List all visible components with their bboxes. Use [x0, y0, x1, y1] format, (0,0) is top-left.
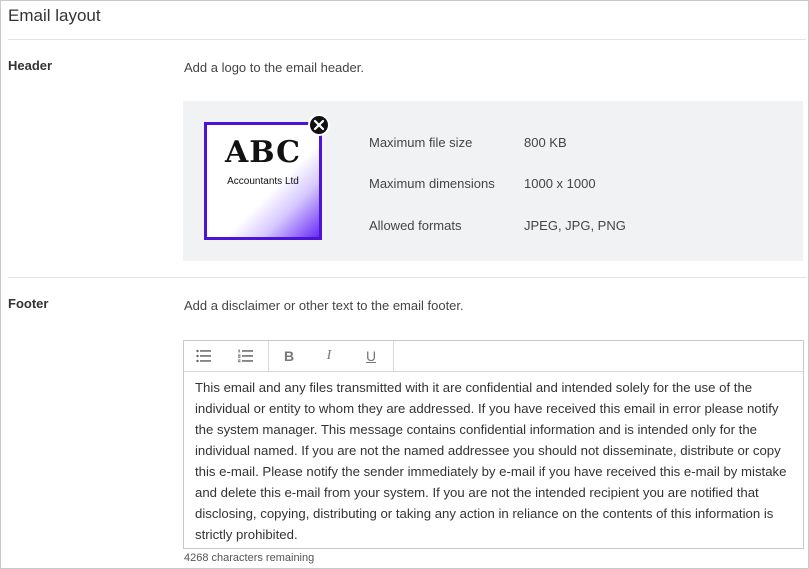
- logo-text-main: ABC: [224, 135, 302, 170]
- footer-text-area[interactable]: This email and any files transmitted wit…: [195, 377, 795, 545]
- list-tool-group: [184, 341, 269, 371]
- divider: [8, 39, 806, 40]
- max-file-size-value: 800 KB: [524, 135, 567, 150]
- logo-image[interactable]: ABC Accountants Ltd: [204, 122, 322, 240]
- bold-button[interactable]: B: [277, 346, 301, 366]
- footer-section-label: Footer: [8, 296, 49, 311]
- footer-help-text: Add a disclaimer or other text to the em…: [184, 298, 464, 313]
- page-title: Email layout: [8, 6, 101, 25]
- logo-text-sub: Accountants Ltd: [227, 176, 299, 187]
- max-file-size-label: Maximum file size: [369, 135, 473, 150]
- footer-editor: B I U This email and any files transmitt…: [183, 340, 804, 549]
- logo-upload-panel: ABC Accountants Ltd Maximum file size 80…: [183, 101, 803, 261]
- format-tool-group: B I U: [268, 341, 394, 371]
- max-dimensions-label: Maximum dimensions: [369, 176, 495, 191]
- underline-button[interactable]: U: [359, 346, 383, 366]
- numbered-list-icon: [238, 349, 253, 363]
- bullet-list-button[interactable]: [192, 346, 216, 366]
- email-layout-panel: Email layout Header Add a logo to the em…: [0, 0, 809, 569]
- bullet-list-icon: [196, 349, 211, 363]
- editor-toolbar: B I U: [184, 341, 803, 372]
- italic-button[interactable]: I: [317, 346, 341, 366]
- header-section-label: Header: [8, 58, 53, 73]
- header-help-text: Add a logo to the email header.: [184, 60, 364, 75]
- numbered-list-button[interactable]: [234, 346, 258, 366]
- allowed-formats-value: JPEG, JPG, PNG: [524, 218, 626, 233]
- characters-remaining: 4268 characters remaining: [184, 552, 315, 564]
- max-dimensions-value: 1000 x 1000: [524, 176, 596, 191]
- allowed-formats-label: Allowed formats: [369, 218, 462, 233]
- remove-logo-button[interactable]: [308, 114, 330, 136]
- divider: [8, 277, 806, 278]
- close-icon: [313, 119, 325, 131]
